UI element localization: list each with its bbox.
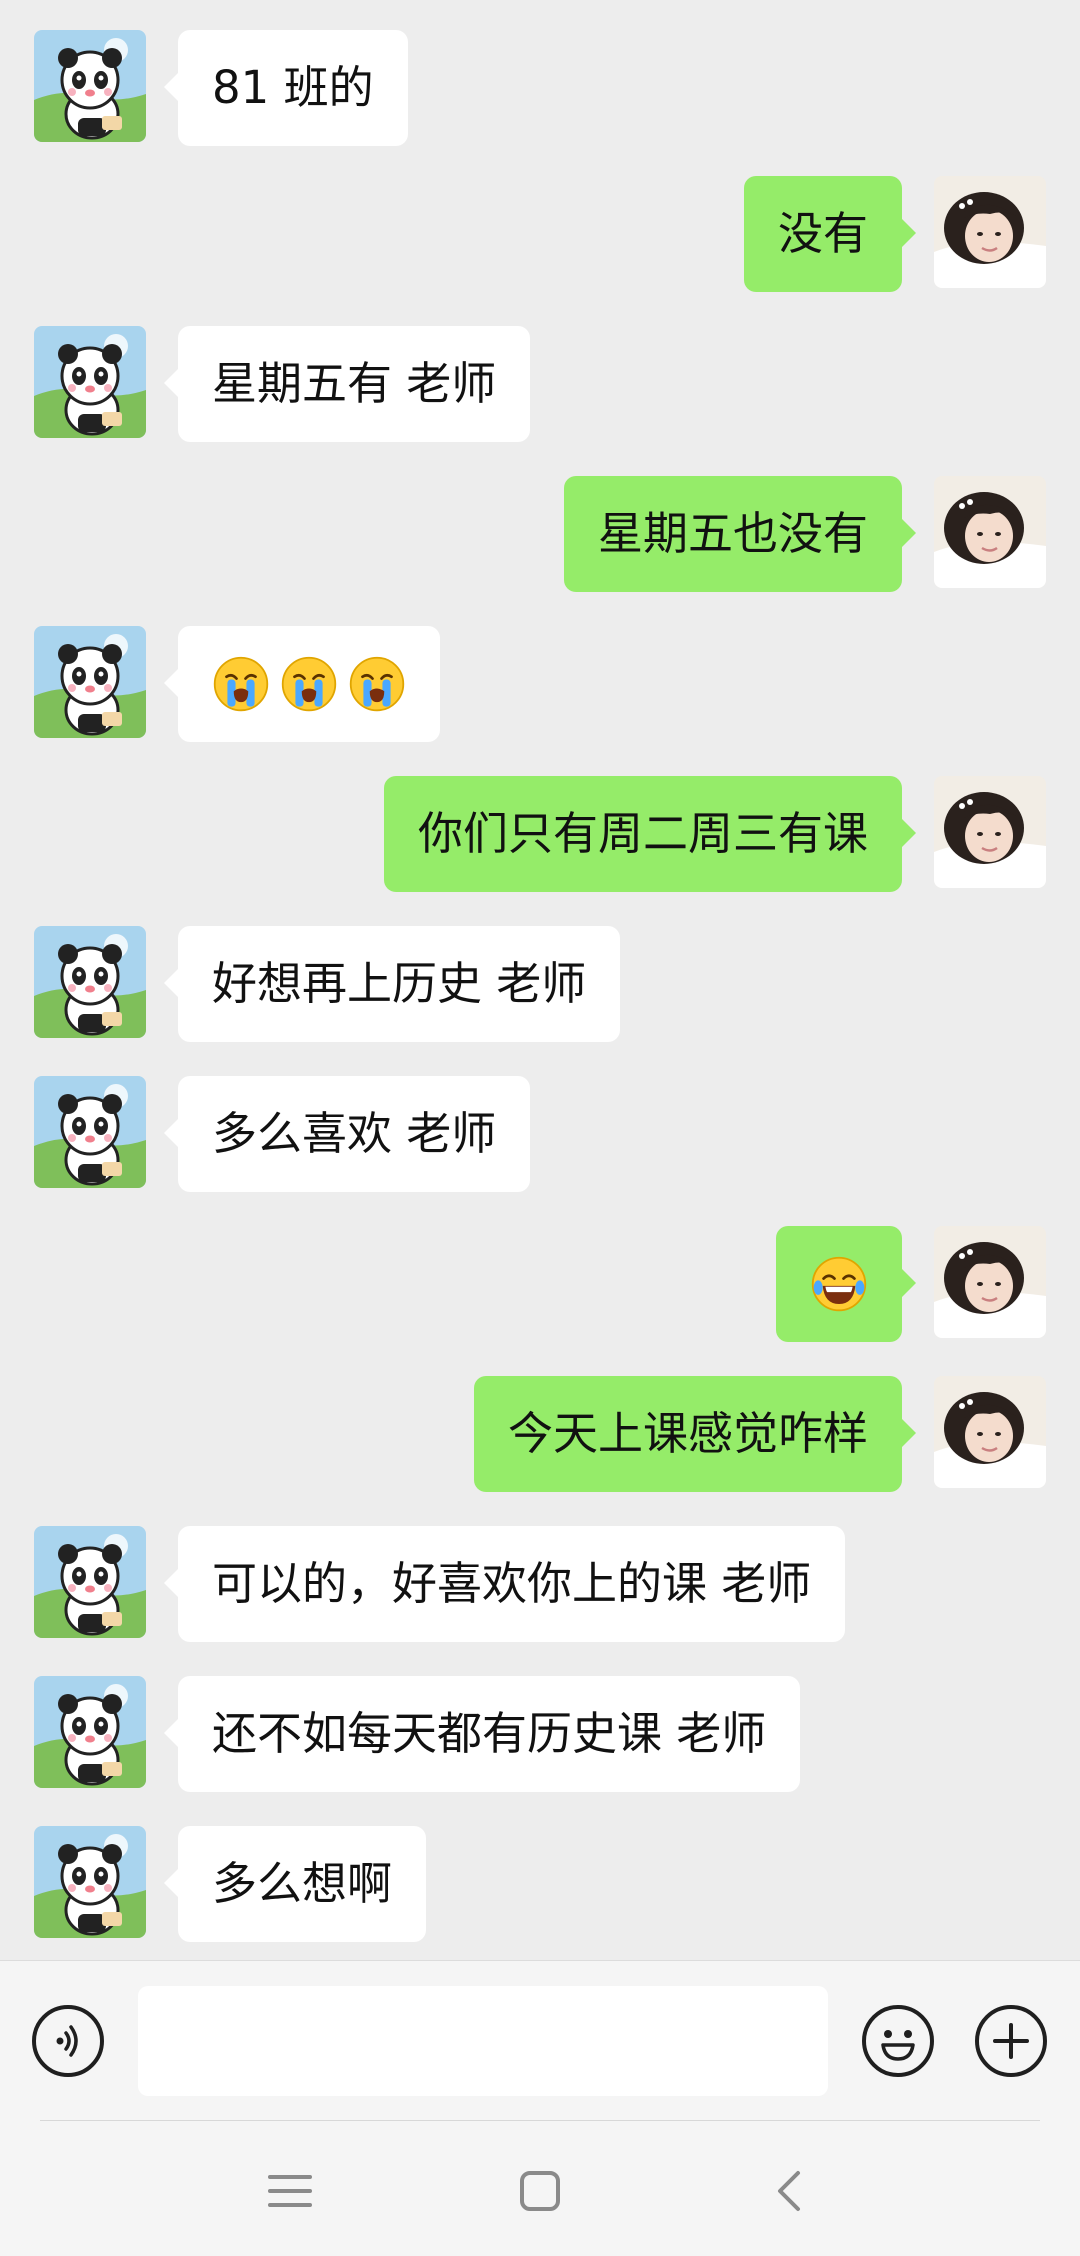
avatar-self[interactable] bbox=[934, 476, 1046, 588]
message-text: 今天上课感觉咋样 bbox=[507, 1407, 868, 1460]
message-row: 你们只有周二周三有课 bbox=[0, 776, 1080, 892]
message-bubble[interactable]: 没有 bbox=[743, 176, 917, 292]
avatar-panda[interactable] bbox=[34, 1826, 146, 1938]
plus-icon bbox=[993, 2023, 1029, 2059]
message-text: 没有 bbox=[777, 207, 868, 260]
avatar-self[interactable] bbox=[934, 1226, 1046, 1338]
message-row bbox=[0, 1226, 1080, 1342]
message-row: 还不如每天都有历史课 老师 bbox=[0, 1676, 1080, 1792]
more-button[interactable] bbox=[975, 2005, 1047, 2077]
message-row: 没有 bbox=[0, 176, 1080, 292]
message-row: 81 班的 bbox=[0, 30, 1080, 146]
message-bubble[interactable]: 星期五有 老师 bbox=[163, 326, 531, 442]
message-text: 可以的，好喜欢你上的课 老师 bbox=[212, 1557, 812, 1610]
voice-button[interactable] bbox=[32, 2005, 104, 2077]
message-text: 星期五也没有 bbox=[597, 507, 868, 560]
message-row: 今天上课感觉咋样 bbox=[0, 1376, 1080, 1492]
home-icon[interactable] bbox=[510, 2161, 570, 2221]
voice-icon bbox=[56, 2025, 78, 2057]
crying-face-icon bbox=[349, 656, 405, 712]
message-bubble[interactable]: 今天上课感觉咋样 bbox=[473, 1376, 917, 1492]
message-input[interactable] bbox=[138, 1986, 828, 2096]
message-row: 好想再上历史 老师 bbox=[0, 926, 1080, 1042]
message-bubble[interactable]: 还不如每天都有历史课 老师 bbox=[163, 1676, 801, 1792]
message-row bbox=[0, 626, 1080, 742]
message-text: 多么喜欢 老师 bbox=[212, 1107, 497, 1160]
message-bubble[interactable]: 多么想啊 bbox=[163, 1826, 427, 1942]
avatar-panda[interactable] bbox=[34, 30, 146, 142]
avatar-panda[interactable] bbox=[34, 1076, 146, 1188]
input-bar bbox=[0, 1960, 1080, 2121]
back-icon[interactable] bbox=[760, 2161, 820, 2221]
tears-of-joy-icon bbox=[811, 1256, 867, 1312]
system-nav-bar bbox=[0, 2121, 1080, 2256]
message-text: 还不如每天都有历史课 老师 bbox=[212, 1707, 767, 1760]
avatar-panda[interactable] bbox=[34, 926, 146, 1038]
message-bubble[interactable]: 可以的，好喜欢你上的课 老师 bbox=[163, 1526, 846, 1642]
message-text: 你们只有周二周三有课 bbox=[417, 807, 868, 860]
avatar-self[interactable] bbox=[934, 1376, 1046, 1488]
chat-area: 81 班的 没有 星期五有 老师 星期五也没有 你们只有周二周三有课 好想再上历… bbox=[0, 0, 1080, 1960]
message-text: 星期五有 老师 bbox=[212, 357, 497, 410]
message-bubble[interactable] bbox=[164, 626, 440, 742]
emoji-icon bbox=[881, 2030, 915, 2061]
message-row: 多么喜欢 老师 bbox=[0, 1076, 1080, 1192]
message-text: 多么想啊 bbox=[212, 1857, 393, 1910]
avatar-panda[interactable] bbox=[34, 626, 146, 738]
avatar-self[interactable] bbox=[934, 176, 1046, 288]
emoji-button[interactable] bbox=[862, 2005, 934, 2077]
avatar-panda[interactable] bbox=[34, 1526, 146, 1638]
message-text: 81 班的 bbox=[212, 61, 374, 114]
menu-icon[interactable] bbox=[260, 2161, 320, 2221]
message-row: 星期五也没有 bbox=[0, 476, 1080, 592]
avatar-panda[interactable] bbox=[34, 326, 146, 438]
avatar-panda[interactable] bbox=[34, 1676, 146, 1788]
message-bubble[interactable]: 你们只有周二周三有课 bbox=[383, 776, 917, 892]
message-row: 可以的，好喜欢你上的课 老师 bbox=[0, 1526, 1080, 1642]
message-text: 好想再上历史 老师 bbox=[212, 957, 587, 1010]
message-bubble[interactable]: 好想再上历史 老师 bbox=[163, 926, 621, 1042]
crying-face-icon bbox=[213, 656, 269, 712]
message-bubble[interactable] bbox=[776, 1226, 916, 1342]
message-bubble[interactable]: 多么喜欢 老师 bbox=[163, 1076, 531, 1192]
message-bubble[interactable]: 81 班的 bbox=[164, 30, 408, 146]
avatar-self[interactable] bbox=[934, 776, 1046, 888]
message-row: 多么想啊 bbox=[0, 1826, 1080, 1942]
crying-face-icon bbox=[281, 656, 337, 712]
message-row: 星期五有 老师 bbox=[0, 326, 1080, 442]
message-bubble[interactable]: 星期五也没有 bbox=[563, 476, 917, 592]
